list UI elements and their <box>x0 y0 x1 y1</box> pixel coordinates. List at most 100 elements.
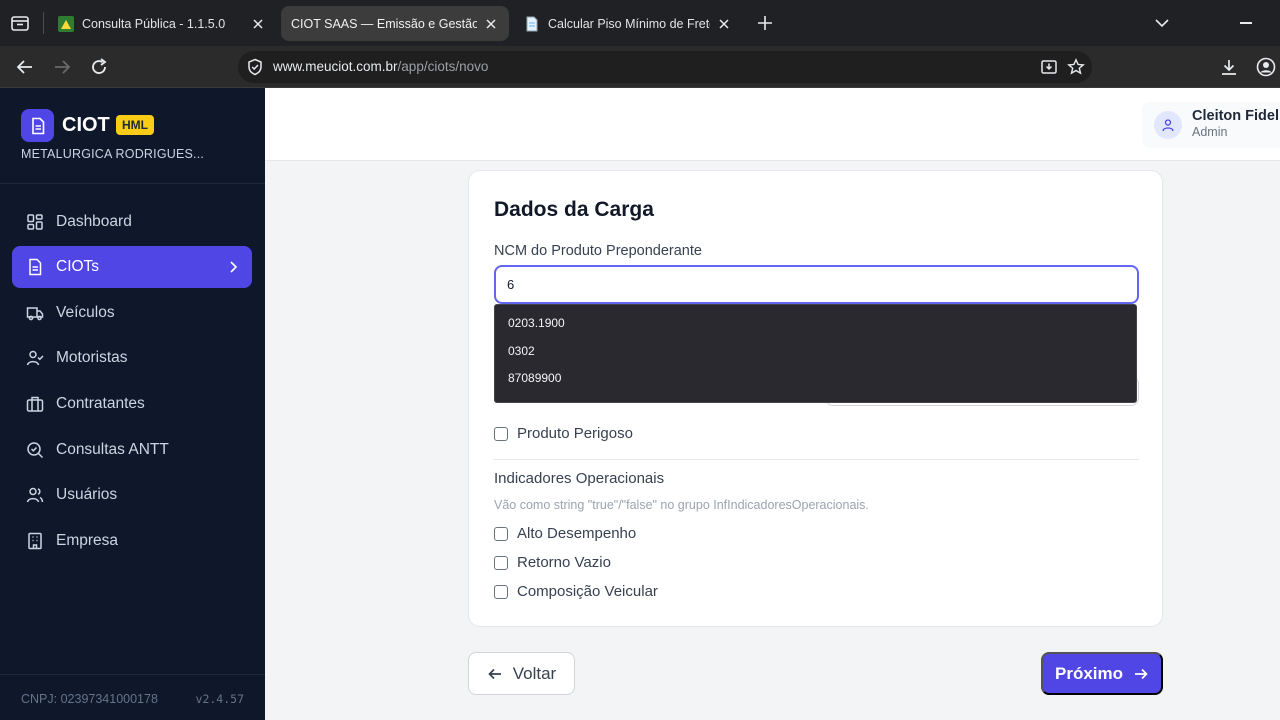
sidebar-item-consultas-antt[interactable]: Consultas ANTT <box>12 429 252 471</box>
dangerous-product-checkbox[interactable] <box>494 426 508 441</box>
reload-icon[interactable] <box>89 57 109 77</box>
tab-separator <box>43 12 44 34</box>
document-icon <box>526 16 538 31</box>
environment-badge: HML <box>116 115 154 135</box>
browser-tab-bar: Consulta Pública - 1.1.5.0 CIOT SAAS — E… <box>0 0 1280 46</box>
back-button-label: Voltar <box>512 663 557 683</box>
sidebar-item-label: Empresa <box>56 532 119 549</box>
close-icon[interactable] <box>716 16 732 32</box>
ncm-input[interactable] <box>494 265 1139 304</box>
sidebar-item-label: Dashboard <box>56 213 132 230</box>
close-icon[interactable] <box>483 16 499 32</box>
user-menu[interactable]: Cleiton Fideli Admin <box>1142 102 1280 148</box>
indicators-title: Indicadores Operacionais <box>494 470 665 487</box>
green-leaf-icon <box>58 15 74 32</box>
ncm-suggestion-option[interactable]: 0203.1900 <box>495 310 1136 338</box>
chevron-right-icon <box>230 261 238 273</box>
document-icon <box>29 258 42 276</box>
sidebar-item-contratantes[interactable]: Contratantes <box>12 383 252 425</box>
avatar <box>1154 111 1182 139</box>
back-button[interactable]: Voltar <box>468 652 575 695</box>
company-cnpj: CNPJ: 02397341000178 <box>21 692 158 706</box>
document-icon <box>31 117 44 134</box>
next-button-label: Próximo <box>1054 663 1124 683</box>
user-name: Cleiton Fideli <box>1192 108 1280 124</box>
tab-title: Consulta Pública - 1.1.5.0 <box>82 16 226 31</box>
browser-tab-ciot[interactable]: CIOT SAAS — Emissão e Gestão de CIOT <box>281 6 509 41</box>
arrow-left-icon <box>488 668 501 679</box>
building-icon <box>28 532 42 550</box>
sidebar-item-ciots[interactable]: CIOTs <box>12 246 252 288</box>
star-icon[interactable] <box>1067 58 1085 76</box>
section-title: Dados da Carga <box>494 198 654 221</box>
sidebar-item-label: Contratantes <box>56 395 145 412</box>
next-button[interactable]: Próximo <box>1041 652 1163 695</box>
checkbox-label: Produto Perigoso <box>517 425 633 442</box>
grid-icon <box>27 214 43 230</box>
url-host: www.meuciot.com.br <box>273 59 398 74</box>
indicators-help-text: Vão como string "true"/"false" no grupo … <box>494 498 869 512</box>
ncm-suggestion-option[interactable]: 0302 <box>495 338 1136 366</box>
alto-desempenho-checkbox-row[interactable]: Alto Desempenho <box>494 525 636 542</box>
composicao-veicular-checkbox-row[interactable]: Composição Veicular <box>494 583 658 600</box>
sidebar-item-label: CIOTs <box>56 258 100 275</box>
sidebar-footer: CNPJ: 02397341000178 v2.4.57 <box>0 674 265 720</box>
truck-icon <box>26 307 44 321</box>
sidebar-item-veiculos[interactable]: Veículos <box>12 292 252 334</box>
checkbox-label: Composição Veicular <box>517 583 658 600</box>
composicao-veicular-checkbox[interactable] <box>494 584 508 599</box>
sidebar: CIOT HML METALURGICA RODRIGUES... Dashbo… <box>0 88 265 720</box>
sidebar-item-label: Usuários <box>56 486 118 503</box>
brand-name: CIOT <box>62 114 110 136</box>
download-icon[interactable] <box>1219 57 1239 77</box>
sidebar-item-usuarios[interactable]: Usuários <box>12 474 252 516</box>
company-name: METALURGICA RODRIGUES... <box>21 147 205 161</box>
sidebar-item-empresa[interactable]: Empresa <box>12 520 252 562</box>
shield-icon[interactable] <box>246 58 264 76</box>
forward-arrow-icon[interactable] <box>52 57 72 77</box>
tab-title: Calcular Piso Mínimo de Frete - ANTT <box>548 16 710 31</box>
section-divider <box>494 459 1139 460</box>
address-bar[interactable]: www.meuciot.com.br/app/ciots/novo <box>238 51 1092 83</box>
sidebar-item-motoristas[interactable]: Motoristas <box>12 337 252 379</box>
url-text[interactable]: www.meuciot.com.br/app/ciots/novo <box>273 59 488 74</box>
retorno-vazio-checkbox[interactable] <box>494 555 508 570</box>
checkbox-label: Alto Desempenho <box>517 525 637 542</box>
retorno-vazio-checkbox-row[interactable]: Retorno Vazio <box>494 554 611 571</box>
dangerous-product-checkbox-row[interactable]: Produto Perigoso <box>494 425 633 442</box>
close-icon[interactable] <box>250 16 266 32</box>
install-app-icon[interactable] <box>1040 58 1058 76</box>
sidebar-item-label: Veículos <box>56 304 115 321</box>
minimize-window-icon[interactable] <box>1240 22 1252 24</box>
cargo-data-card: Dados da Carga NCM do Produto Prepondera… <box>468 170 1163 627</box>
users-icon <box>26 487 44 503</box>
browser-toolbar: www.meuciot.com.br/app/ciots/novo <box>0 46 1280 88</box>
ncm-suggestion-option[interactable]: 87089900 <box>495 365 1136 393</box>
arrow-right-icon <box>1135 668 1148 679</box>
ncm-label: NCM do Produto Preponderante <box>494 243 702 259</box>
back-arrow-icon[interactable] <box>15 57 35 77</box>
top-header: Cleiton Fideli Admin <box>265 88 1280 161</box>
user-check-icon <box>26 350 44 366</box>
checkbox-label: Retorno Vazio <box>517 554 611 571</box>
app-logo[interactable] <box>21 109 54 142</box>
search-icon <box>27 442 44 459</box>
chevron-down-icon[interactable] <box>1154 16 1170 30</box>
profile-icon[interactable] <box>1256 57 1276 77</box>
tab-search-icon[interactable] <box>10 13 30 33</box>
sidebar-item-dashboard[interactable]: Dashboard <box>12 201 252 243</box>
user-role: Admin <box>1192 125 1228 139</box>
app-version: v2.4.57 <box>195 692 244 706</box>
user-icon <box>1162 119 1174 132</box>
briefcase-icon <box>26 396 44 412</box>
url-path: /app/ciots/novo <box>397 59 489 74</box>
tab-title: CIOT SAAS — Emissão e Gestão de CIOT <box>291 16 477 31</box>
sidebar-item-label: Consultas ANTT <box>56 441 169 458</box>
sidebar-divider <box>0 183 265 184</box>
sidebar-item-label: Motoristas <box>56 349 128 366</box>
browser-tab-piso[interactable]: Calcular Piso Mínimo de Frete - ANTT <box>514 6 742 41</box>
alto-desempenho-checkbox[interactable] <box>494 526 508 541</box>
ncm-suggestions-dropdown: 0203.1900 0302 87089900 <box>494 304 1137 403</box>
browser-tab-consulta[interactable]: Consulta Pública - 1.1.5.0 <box>48 6 276 41</box>
new-tab-icon[interactable] <box>756 14 774 32</box>
